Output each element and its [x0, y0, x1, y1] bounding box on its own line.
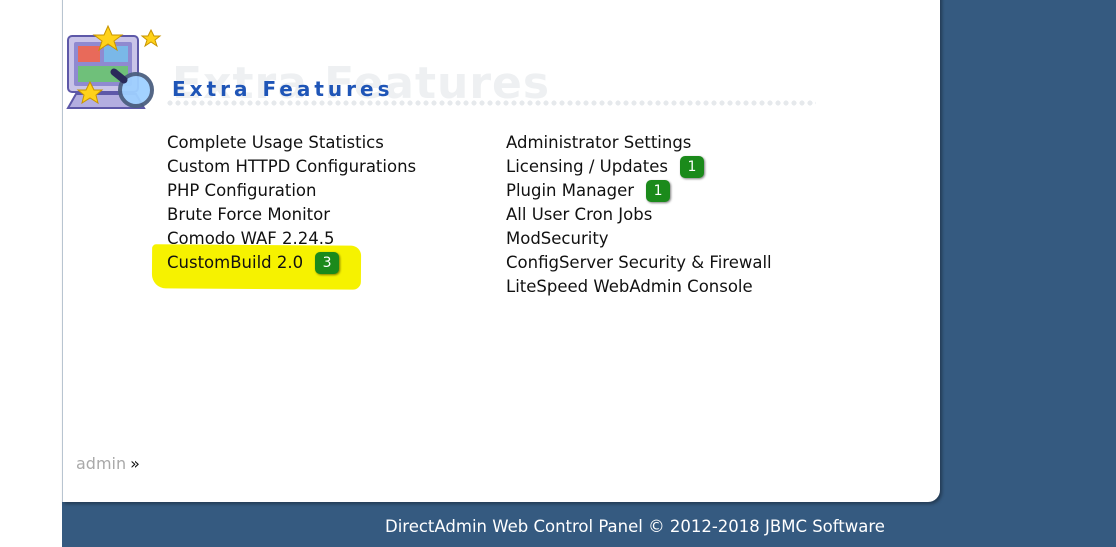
link-label: Custom HTTPD Configurations: [167, 157, 417, 176]
update-count-badge: 1: [679, 156, 704, 178]
link-complete-usage-statistics[interactable]: Complete Usage Statistics: [167, 131, 416, 155]
link-label: ModSecurity: [506, 229, 609, 248]
link-custom-httpd-configurations[interactable]: Custom HTTPD Configurations: [167, 155, 416, 179]
link-label: Brute Force Monitor: [167, 205, 331, 224]
breadcrumb-admin-link[interactable]: admin: [76, 454, 126, 473]
link-plugin-manager[interactable]: Plugin Manager 1: [506, 179, 772, 203]
link-label: Comodo WAF 2.24.5: [167, 229, 335, 248]
link-all-user-cron-jobs[interactable]: All User Cron Jobs: [506, 203, 772, 227]
extra-features-icon: [66, 24, 162, 109]
title-underline: [166, 100, 816, 106]
breadcrumb-separator: »: [130, 454, 140, 473]
footer-copyright: DirectAdmin Web Control Panel © 2012-201…: [385, 517, 885, 536]
link-label: Administrator Settings: [506, 133, 692, 152]
section-title: Extra Features: [172, 77, 394, 101]
link-litespeed-webadmin-console[interactable]: LiteSpeed WebAdmin Console: [506, 275, 772, 299]
link-comodo-waf[interactable]: Comodo WAF 2.24.5: [167, 227, 416, 251]
link-configserver-security-firewall[interactable]: ConfigServer Security & Firewall: [506, 251, 772, 275]
link-php-configuration[interactable]: PHP Configuration: [167, 179, 416, 203]
link-label: LiteSpeed WebAdmin Console: [506, 277, 753, 296]
link-label: CustomBuild 2.0: [167, 253, 304, 272]
link-label: Complete Usage Statistics: [167, 133, 384, 152]
extra-features-right-column: Administrator Settings Licensing / Updat…: [506, 131, 772, 299]
link-brute-force-monitor[interactable]: Brute Force Monitor: [167, 203, 416, 227]
link-label: All User Cron Jobs: [506, 205, 653, 224]
link-label: Licensing / Updates: [506, 157, 668, 176]
link-label: PHP Configuration: [167, 181, 317, 200]
extra-features-left-column: Complete Usage Statistics Custom HTTPD C…: [167, 131, 416, 275]
link-custombuild[interactable]: CustomBuild 2.0 3: [167, 251, 416, 275]
link-label: Plugin Manager: [506, 181, 635, 200]
breadcrumb: admin»: [76, 454, 140, 473]
update-count-badge: 1: [646, 180, 671, 202]
link-licensing-updates[interactable]: Licensing / Updates 1: [506, 155, 772, 179]
left-margin: [0, 0, 62, 547]
link-label: ConfigServer Security & Firewall: [506, 253, 772, 272]
update-count-badge: 3: [315, 252, 340, 274]
link-administrator-settings[interactable]: Administrator Settings: [506, 131, 772, 155]
link-modsecurity[interactable]: ModSecurity: [506, 227, 772, 251]
